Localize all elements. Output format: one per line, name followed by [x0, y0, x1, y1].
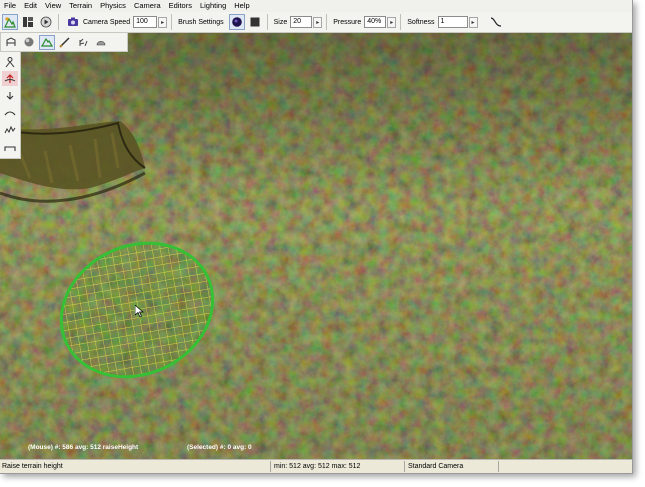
brush-square-icon[interactable] [247, 14, 263, 30]
status-empty-cell [498, 461, 622, 472]
toolbar-separator [326, 14, 328, 30]
lower-icon[interactable] [2, 88, 18, 103]
status-stats: min: 512 avg: 512 max: 512 [270, 461, 404, 472]
menu-edit[interactable]: Edit [20, 0, 41, 12]
brush-settings-label: Brush Settings [178, 18, 224, 26]
raise-terrain-icon[interactable] [39, 34, 55, 50]
menu-lighting[interactable]: Lighting [196, 0, 230, 12]
status-bar: Raise terrain height min: 512 avg: 512 m… [0, 459, 632, 473]
size-field[interactable]: 20 [290, 16, 313, 28]
softness-field[interactable]: 1 [437, 16, 468, 28]
editor-window: File Edit View Terrain Physics Camera Ed… [0, 0, 633, 474]
raise-height-icon[interactable] [2, 71, 18, 86]
brush-mode-panel [0, 51, 21, 159]
status-message: Raise terrain height [2, 463, 63, 470]
menu-file[interactable]: File [0, 0, 20, 12]
camera-speed-field[interactable]: 100 [133, 16, 158, 28]
size-arrow-icon[interactable]: ▸ [313, 16, 323, 28]
size-label: Size [273, 18, 288, 26]
selected-info-text: (Selected) #: 0 avg: 0 [187, 444, 252, 451]
flatten-icon[interactable] [2, 139, 18, 154]
menu-camera[interactable]: Camera [130, 0, 165, 12]
raise-icon[interactable] [2, 54, 18, 69]
softness-curve-icon[interactable] [488, 14, 504, 30]
toolbar-separator [171, 14, 173, 30]
paint-icon[interactable] [57, 35, 73, 50]
move-tool-icon[interactable] [3, 35, 19, 50]
sphere-icon[interactable] [21, 35, 37, 50]
layout-icon[interactable] [20, 14, 36, 30]
mouse-cursor-icon [135, 305, 144, 318]
toolbar-separator [58, 14, 59, 30]
brush-circle-icon[interactable] [228, 14, 245, 30]
softness-label: Softness [407, 18, 435, 26]
menu-view[interactable]: View [41, 0, 65, 12]
terrain-render [0, 33, 632, 459]
noise-icon[interactable] [2, 122, 18, 137]
terrain-sub-toolbar [0, 33, 128, 52]
terrain-tool-icon[interactable] [2, 14, 18, 30]
terrain-viewport[interactable]: (Mouse) #: 586 avg: 512 raiseHeight (Sel… [0, 33, 632, 459]
menu-help[interactable]: Help [230, 0, 253, 12]
main-toolbar: Camera Speed 100 ▸ Brush Settings Size 2… [0, 12, 632, 33]
softness-arrow-icon[interactable]: ▸ [468, 16, 478, 28]
toolbar-separator [266, 14, 268, 30]
play-icon[interactable] [38, 14, 54, 30]
status-camera: Standard Camera [404, 461, 498, 472]
menu-editors[interactable]: Editors [165, 0, 196, 12]
menu-terrain[interactable]: Terrain [65, 0, 96, 12]
menu-physics[interactable]: Physics [96, 0, 130, 12]
camera-speed-arrow-icon[interactable]: ▸ [158, 16, 168, 28]
pressure-label: Pressure [333, 18, 362, 26]
smooth-icon[interactable] [2, 105, 18, 120]
materials-icon[interactable] [93, 35, 109, 50]
camera-speed-label: Camera Speed [83, 18, 131, 26]
toolbar-separator [400, 14, 402, 30]
pressure-field[interactable]: 40% [364, 16, 387, 28]
pressure-arrow-icon[interactable]: ▸ [387, 16, 397, 28]
mouse-info-text: (Mouse) #: 586 avg: 512 raiseHeight [28, 444, 139, 451]
foliage-icon[interactable] [75, 35, 91, 50]
menu-bar: File Edit View Terrain Physics Camera Ed… [0, 0, 632, 12]
camera-icon[interactable] [65, 14, 81, 30]
